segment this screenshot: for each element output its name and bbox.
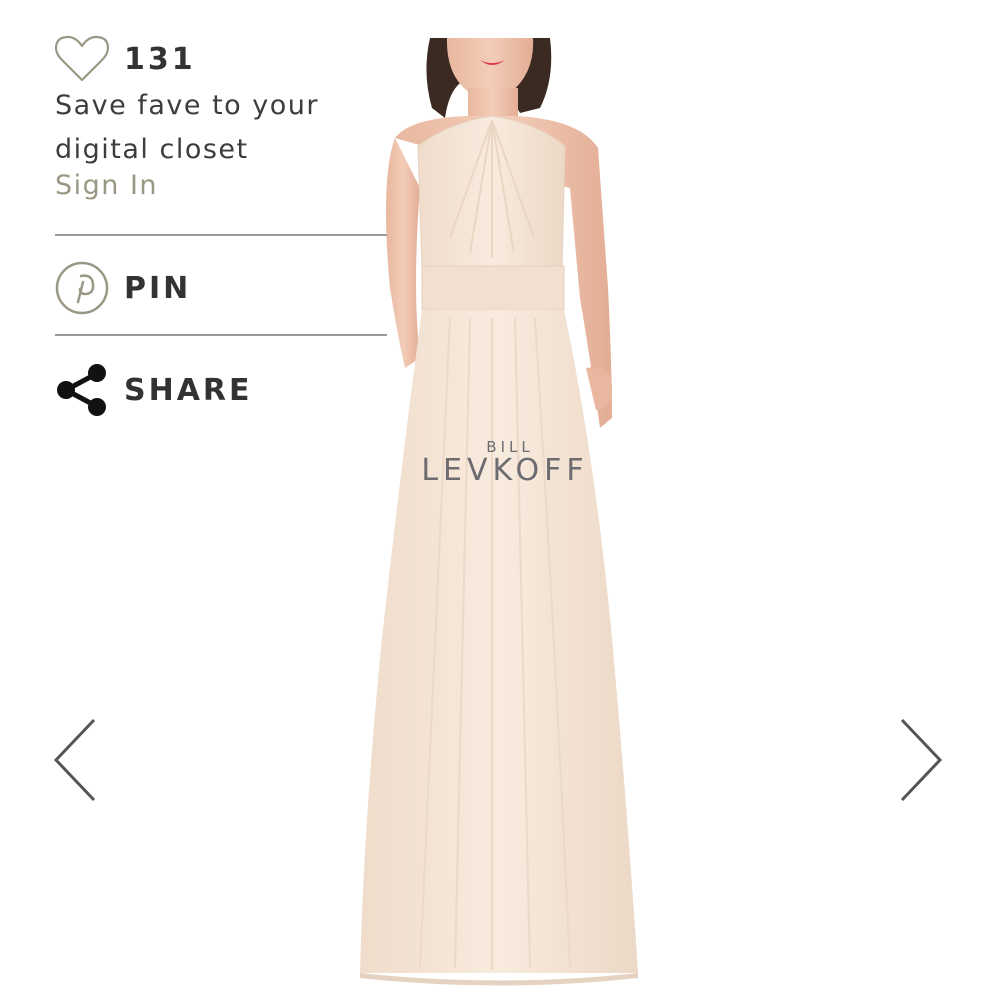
product-image xyxy=(350,38,650,993)
previous-image-button[interactable] xyxy=(52,718,98,802)
fave-description: Save fave to your digital closet xyxy=(55,90,319,165)
sign-in-link[interactable]: Sign In xyxy=(55,170,158,201)
chevron-right-icon xyxy=(900,718,943,802)
fave-row[interactable]: 131 xyxy=(54,34,196,84)
dress-illustration xyxy=(360,38,638,986)
heart-icon[interactable] xyxy=(54,34,110,84)
share-label: SHARE xyxy=(124,372,253,408)
chevron-left-icon xyxy=(53,718,96,802)
share-icon xyxy=(57,364,106,416)
next-image-button[interactable] xyxy=(898,718,944,802)
pin-label: PIN xyxy=(124,270,192,306)
fave-count: 131 xyxy=(124,41,196,77)
divider xyxy=(55,234,387,236)
share-button[interactable]: SHARE xyxy=(54,362,253,418)
pin-button[interactable]: PIN xyxy=(54,260,191,316)
divider xyxy=(55,334,387,336)
pinterest-icon xyxy=(55,261,109,315)
